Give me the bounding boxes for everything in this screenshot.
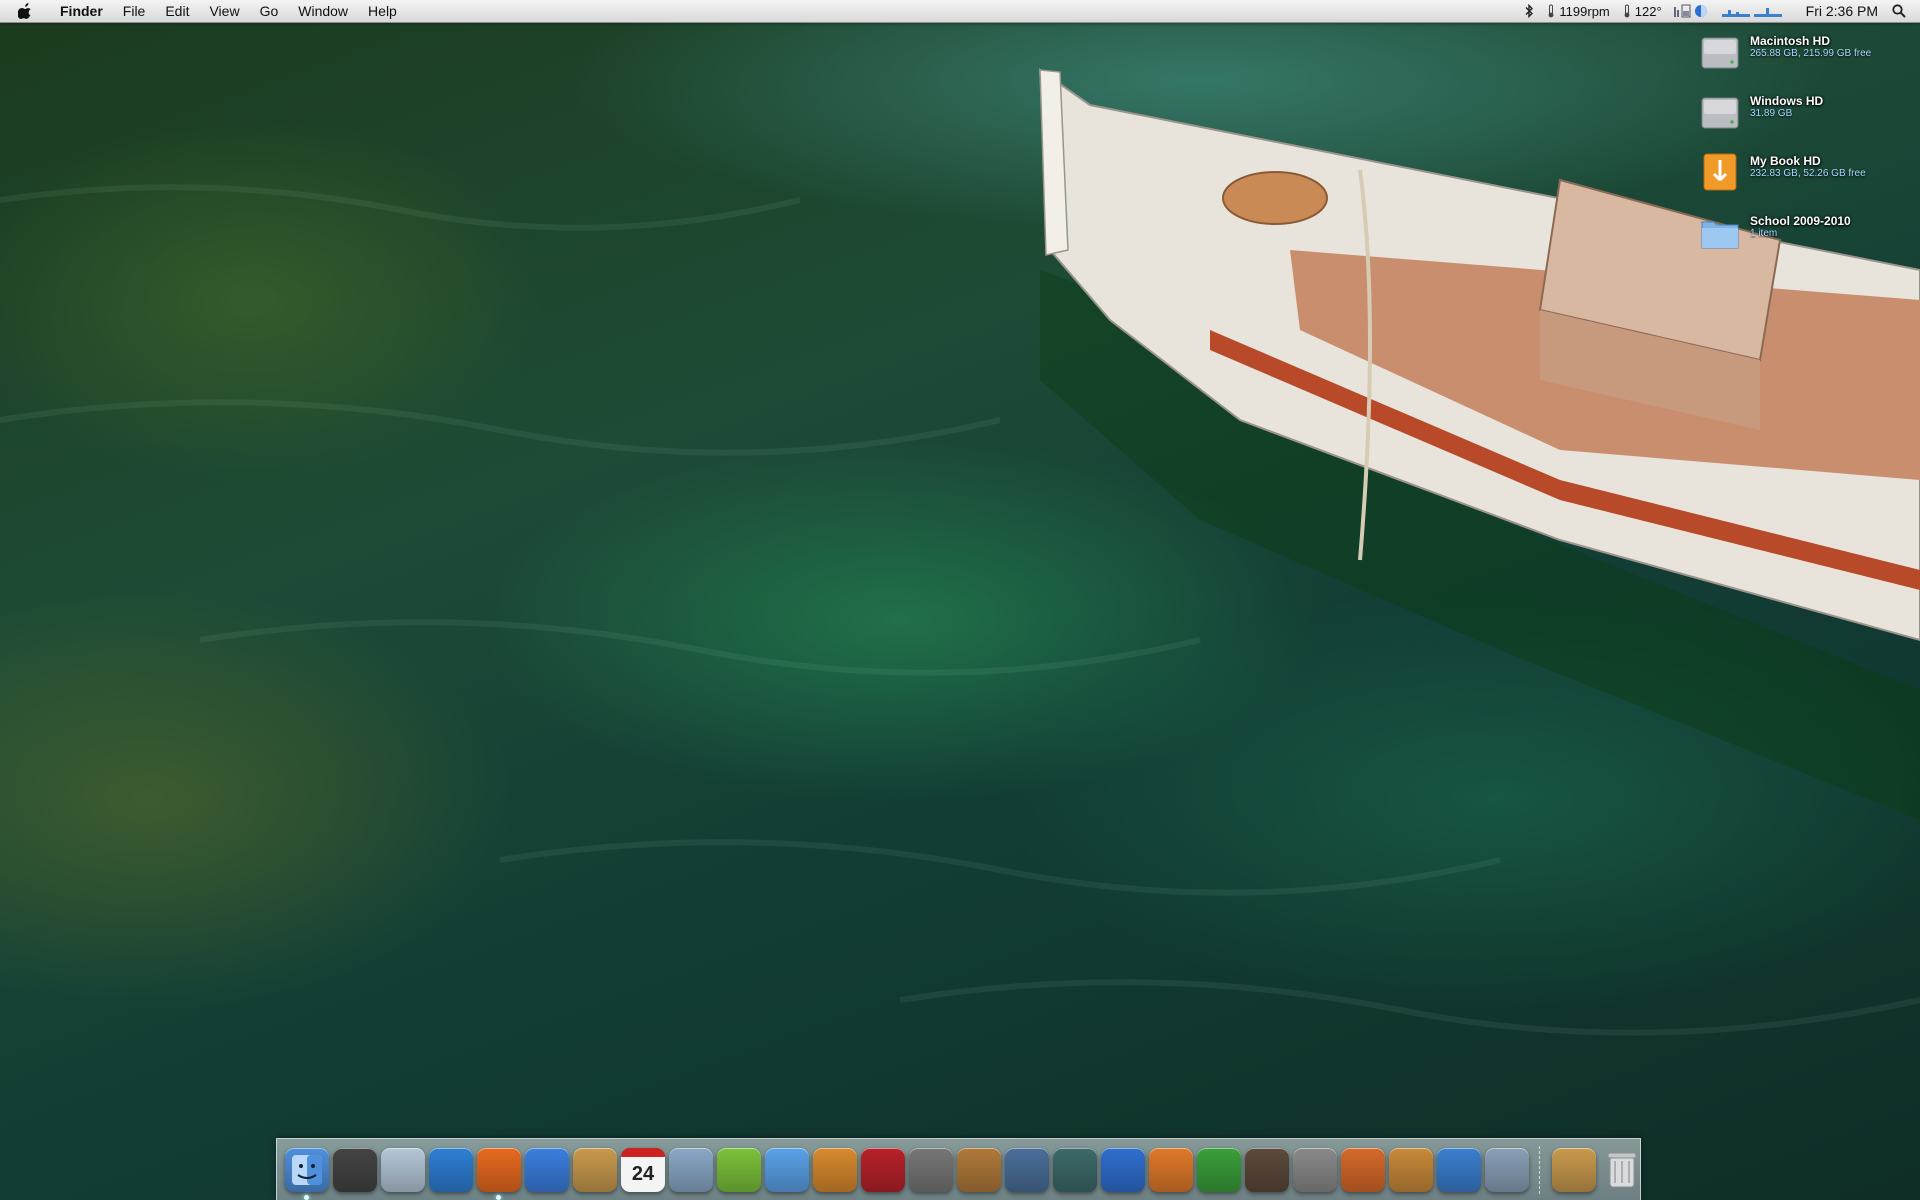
hard-drive-icon [1701,97,1739,129]
network-activity-icon[interactable] [1716,4,1790,18]
trash-icon[interactable] [1600,1148,1644,1192]
dock: 24 [276,1138,1641,1200]
temperature-value: 122° [1634,3,1662,19]
cocktail-icon[interactable] [1341,1147,1385,1192]
menu-file[interactable]: File [113,0,156,22]
desktop-icon-label: Windows HD [1750,94,1824,108]
desktop-icon-label: School 2009-2010 [1750,214,1851,228]
mail-icon[interactable] [381,1147,425,1192]
running-indicator [304,1194,309,1200]
desktop-icon-info: 1 item [1750,228,1778,239]
fan-speed-status[interactable]: 1199rpm [1540,4,1615,19]
imovie-icon[interactable] [909,1147,953,1192]
menu-go[interactable]: Go [250,0,289,22]
word-icon[interactable] [1101,1147,1145,1192]
garageband-icon[interactable] [957,1147,1001,1192]
documents-stack-icon[interactable] [1552,1147,1596,1192]
excel-icon[interactable] [1197,1147,1241,1192]
spaces-icon[interactable] [1005,1147,1049,1192]
thermometer-icon [1624,4,1630,18]
ical-icon[interactable]: 24 [621,1147,665,1192]
external-drive-icon [1703,153,1737,191]
menu-edit[interactable]: Edit [155,0,199,22]
folder-icon [1701,221,1739,249]
menu-extras: 1199rpm 122° Fri 2:36 PM [1519,0,1920,22]
preview-icon[interactable] [669,1147,713,1192]
spotlight-search-icon[interactable] [1892,4,1906,18]
desktop-icon-info: 232.83 GB, 52.26 GB free [1750,168,1866,179]
script-editor-icon[interactable] [1485,1147,1529,1192]
desktop-icon-my-book-hd[interactable]: My Book HD 232.83 GB, 52.26 GB free [1698,150,1908,204]
dock-separator[interactable] [1539,1145,1548,1194]
itunes-icon[interactable] [765,1147,809,1192]
desktop-icon-windows-hd[interactable]: Windows HD 31.89 GB [1698,90,1908,144]
running-indicator [496,1194,501,1200]
fan-speed-value: 1199rpm [1559,3,1610,19]
address-book-icon[interactable] [573,1147,617,1192]
bluetooth-icon[interactable] [1519,4,1540,18]
ichat-icon[interactable] [525,1147,569,1192]
firefox-icon[interactable] [477,1147,521,1200]
preferences-app-icon[interactable] [1245,1147,1289,1192]
desktop-icon-school-folder[interactable]: School 2009-2010 1 item [1698,210,1908,264]
menu-help[interactable]: Help [358,0,407,22]
menu-window[interactable]: Window [288,0,358,22]
desktop-icon-label: Macintosh HD [1750,34,1831,48]
thermometer-icon [1549,4,1554,18]
menubar-clock[interactable]: Fri 2:36 PM [1800,3,1884,19]
desktop-wallpaper [0,0,1920,1200]
keynote-icon[interactable] [1389,1147,1433,1192]
photo-booth-icon[interactable] [861,1147,905,1192]
temperature-status[interactable]: 122° [1616,4,1668,19]
desktop-icon-info: 265.88 GB, 215.99 GB free [1750,48,1872,59]
dashboard-icon[interactable] [333,1147,377,1192]
finder-face [292,1154,322,1185]
numbers-icon[interactable] [1437,1147,1481,1192]
finder-icon[interactable] [285,1147,329,1200]
desktop-icon-info: 31.89 GB [1750,108,1793,119]
hard-drive-icon [1701,37,1739,69]
powerpoint-icon[interactable] [1149,1147,1193,1192]
apple-menu-icon[interactable] [18,3,36,19]
menu-bar: Finder File Edit View Go Window Help 119… [0,0,1920,23]
safari-icon[interactable] [429,1147,473,1192]
ical-day-number: 24 [631,1162,655,1185]
iphoto-icon[interactable] [813,1147,857,1192]
wallpaper-boat-scene [0,68,1920,1036]
system-preferences-icon[interactable] [1293,1147,1337,1192]
menu-view[interactable]: View [199,0,249,22]
app-menu-finder[interactable]: Finder [50,0,113,22]
trash-can [1607,1152,1637,1187]
time-machine-icon[interactable] [1053,1147,1097,1192]
activity-meters-icon[interactable] [1668,4,1716,18]
utorrent-icon[interactable] [717,1147,761,1192]
desktop-icon-label: My Book HD [1750,154,1821,168]
desktop-icon-macintosh-hd[interactable]: Macintosh HD 265.88 GB, 215.99 GB free [1698,30,1908,84]
